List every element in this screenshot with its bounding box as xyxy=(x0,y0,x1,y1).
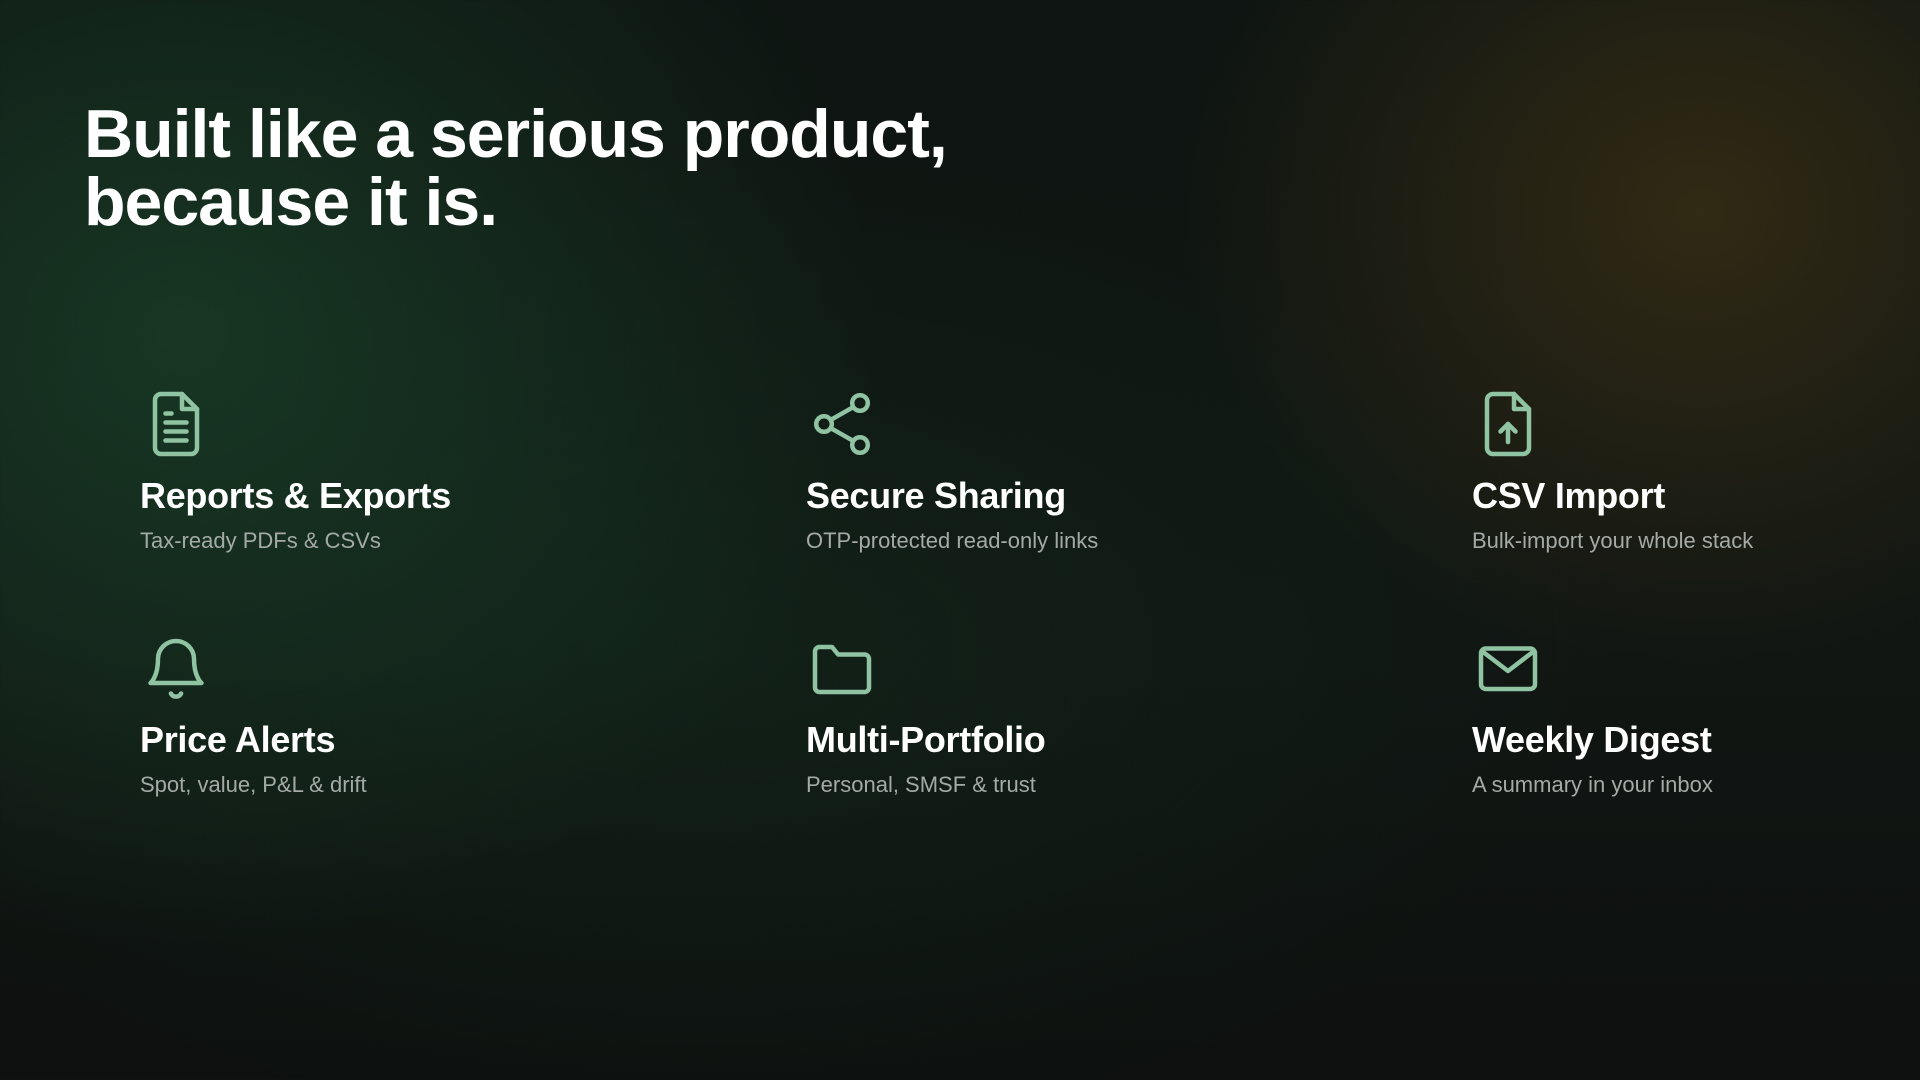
mail-icon xyxy=(1472,632,1544,704)
feature-title: CSV Import xyxy=(1472,475,1666,516)
feature-grid: Reports & Exports Tax-ready PDFs & CSVs … xyxy=(0,0,1920,1080)
feature-reports-exports: Reports & Exports Tax-ready PDFs & CSVs xyxy=(140,388,660,556)
file-upload-icon xyxy=(1472,388,1544,460)
feature-price-alerts: Price Alerts Spot, value, P&L & drift xyxy=(140,632,660,800)
feature-title: Weekly Digest xyxy=(1472,719,1712,760)
feature-secure-sharing: Secure Sharing OTP-protected read-only l… xyxy=(806,388,1326,556)
feature-title: Multi-Portfolio xyxy=(806,719,1046,760)
bell-icon xyxy=(140,632,212,704)
feature-description: Personal, SMSF & trust xyxy=(806,772,1036,797)
feature-title: Reports & Exports xyxy=(140,475,451,516)
feature-description: Spot, value, P&L & drift xyxy=(140,772,367,797)
feature-title: Secure Sharing xyxy=(806,475,1066,516)
feature-description: Tax-ready PDFs & CSVs xyxy=(140,528,381,553)
folder-icon xyxy=(806,632,878,704)
feature-description: Bulk-import your whole stack xyxy=(1472,528,1754,553)
document-icon xyxy=(140,388,212,460)
feature-csv-import: CSV Import Bulk-import your whole stack xyxy=(1472,388,1920,556)
feature-weekly-digest: Weekly Digest A summary in your inbox xyxy=(1472,632,1920,800)
feature-description: A summary in your inbox xyxy=(1472,772,1713,797)
feature-title: Price Alerts xyxy=(140,719,336,760)
share-icon xyxy=(806,388,878,460)
feature-description: OTP-protected read-only links xyxy=(806,528,1099,553)
feature-multi-portfolio: Multi-Portfolio Personal, SMSF & trust xyxy=(806,632,1326,800)
